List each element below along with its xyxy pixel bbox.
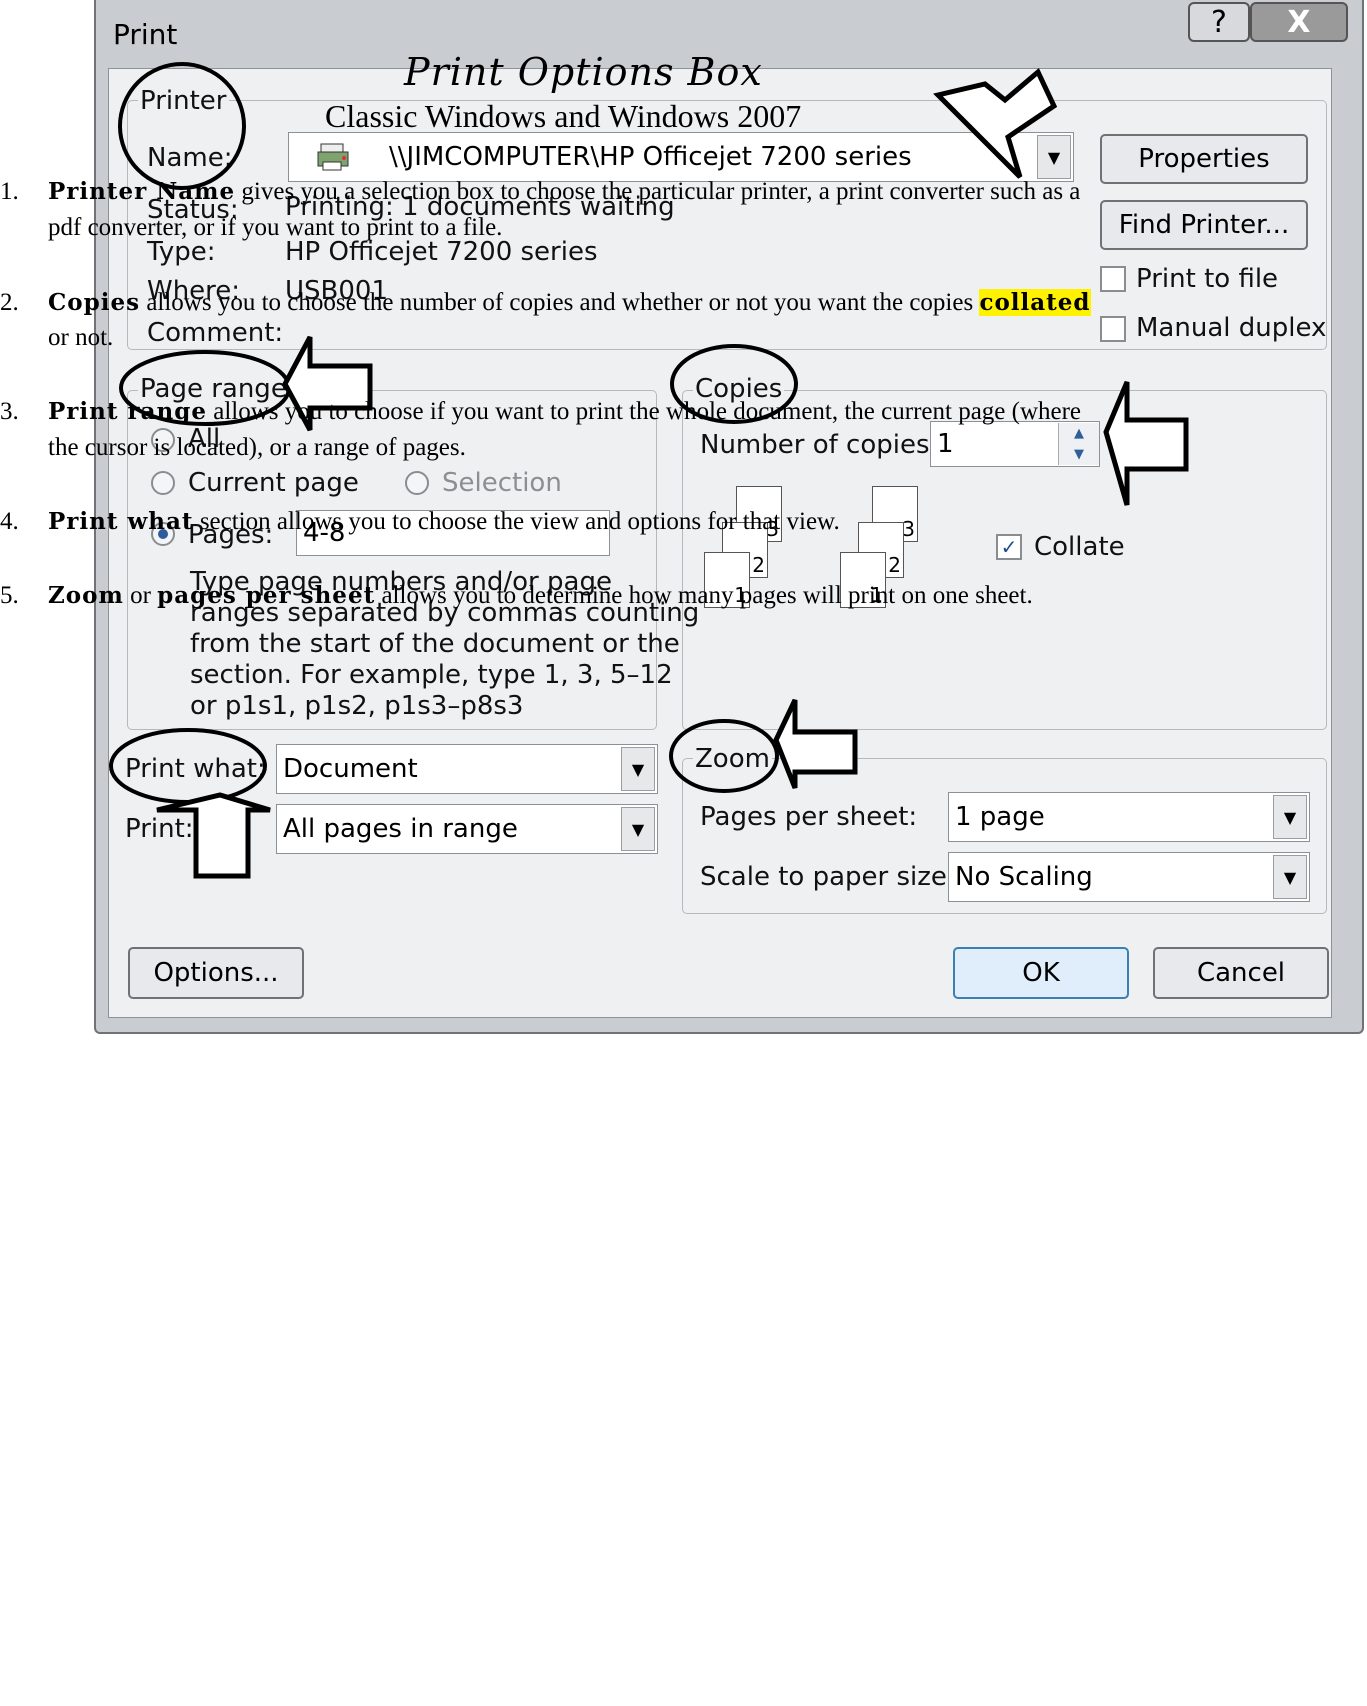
arrow-to-zoom xyxy=(773,698,858,789)
arrow-to-printer-name xyxy=(933,67,1058,179)
zoom-circle xyxy=(669,719,779,793)
overlay-subtitle: Classic Windows and Windows 2007 xyxy=(325,98,802,134)
collated-highlight: collated xyxy=(979,289,1091,316)
arrow-to-copies-spinner xyxy=(1103,381,1189,506)
printer-circle xyxy=(118,62,246,190)
overlay-title: Print Options Box xyxy=(404,50,763,94)
print-what-circle xyxy=(109,728,267,804)
arrow-to-print-what xyxy=(156,792,271,879)
annotation-shapes xyxy=(109,62,1189,879)
